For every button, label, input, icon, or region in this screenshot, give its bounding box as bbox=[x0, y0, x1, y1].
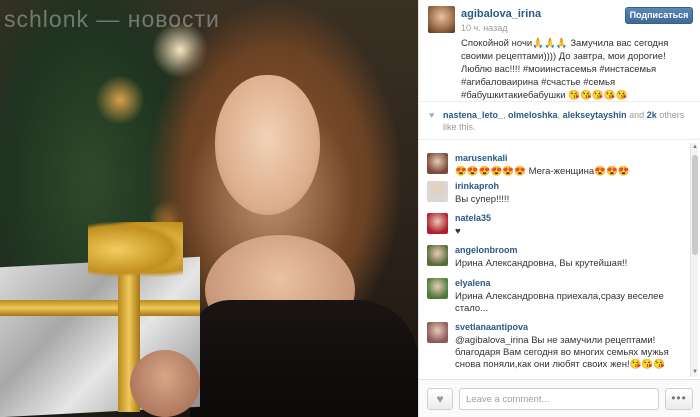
scroll-up-arrow-icon[interactable]: ▲ bbox=[691, 143, 699, 152]
like-button[interactable]: ♥ bbox=[427, 388, 453, 410]
comment-text: @agibalova_irina Вы не замучили рецептам… bbox=[455, 335, 669, 370]
watermark: schlonk — новости bbox=[4, 6, 220, 32]
more-options-button[interactable]: ••• bbox=[665, 388, 693, 410]
follow-button[interactable]: Подписаться bbox=[625, 7, 693, 24]
post-photo[interactable]: schlonk — новости bbox=[0, 0, 418, 417]
like-user-link[interactable]: nastena_leto_ bbox=[443, 110, 503, 120]
author-avatar[interactable] bbox=[428, 6, 455, 33]
comments-scrollbar[interactable]: ▲ ▼ bbox=[690, 143, 698, 377]
likes-count[interactable]: 2k bbox=[647, 110, 657, 120]
like-user-link[interactable]: alekseytayshin bbox=[563, 110, 627, 120]
comment-avatar[interactable] bbox=[427, 245, 448, 266]
post-header: agibalova_irina 10 ч. назад Подписаться … bbox=[419, 0, 700, 102]
comment-avatar[interactable] bbox=[427, 181, 448, 202]
comment-text: Ирина Александровна приехала,сразу весел… bbox=[455, 291, 664, 314]
heart-icon: ♥ bbox=[436, 392, 444, 406]
photo-face bbox=[215, 75, 320, 215]
comment-text: Вы супер!!!!! bbox=[455, 194, 510, 205]
comment-avatar[interactable] bbox=[427, 278, 448, 299]
post-caption: Спокойной ночи🙏🙏🙏 Замучила вас сегодня с… bbox=[461, 38, 669, 101]
comment-avatar[interactable] bbox=[427, 213, 448, 234]
comment-username[interactable]: svetlanaantipova bbox=[455, 322, 528, 332]
comment-footer: ♥ ••• bbox=[419, 379, 700, 417]
comment-username[interactable]: elyalena bbox=[455, 278, 491, 288]
photo-dress bbox=[190, 300, 418, 417]
post-panel: agibalova_irina 10 ч. назад Подписаться … bbox=[418, 0, 700, 417]
like-user-link[interactable]: olmeloshka bbox=[508, 110, 558, 120]
comment-text: ♥ bbox=[455, 226, 461, 237]
photo-ribbon-horizontal bbox=[0, 300, 200, 316]
likes-and: and bbox=[629, 110, 645, 120]
photo-gift-bow bbox=[88, 222, 183, 277]
post-time: 10 ч. назад bbox=[461, 23, 508, 33]
comment-username[interactable]: natela35 bbox=[455, 213, 491, 223]
comment-avatar[interactable] bbox=[427, 322, 448, 343]
comment-text: 😍😍😍😍😍😍 Мега-женщина😍😍😍 bbox=[455, 166, 630, 177]
comment-username[interactable]: irinkaproh bbox=[455, 181, 499, 191]
comment-username[interactable]: marusenkali bbox=[455, 153, 508, 163]
comment-input[interactable] bbox=[459, 388, 659, 410]
likes-text: nastena_leto_, olmeloshka, alekseytayshi… bbox=[443, 110, 685, 132]
heart-icon: ♥ bbox=[429, 110, 435, 120]
author-username[interactable]: agibalova_irina bbox=[461, 8, 541, 20]
photo-hand bbox=[130, 350, 200, 417]
scroll-down-arrow-icon[interactable]: ▼ bbox=[691, 368, 699, 377]
likes-summary: ♥ nastena_leto_, olmeloshka, alekseytays… bbox=[419, 103, 700, 140]
scroll-thumb[interactable] bbox=[692, 155, 698, 255]
comment-text: Ирина Александровна, Вы крутейшая!! bbox=[455, 258, 628, 269]
comment-avatar[interactable] bbox=[427, 153, 448, 174]
comments-list[interactable]: marusenkali 😍😍😍😍😍😍 Мега-женщина😍😍😍 irink… bbox=[419, 141, 700, 379]
comment-username[interactable]: angelonbroom bbox=[455, 245, 518, 255]
ellipsis-icon: ••• bbox=[671, 391, 687, 405]
